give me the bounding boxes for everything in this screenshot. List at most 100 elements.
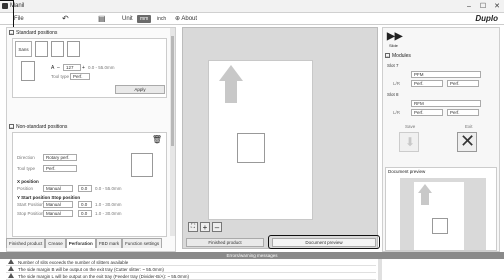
fit-icon[interactable]: ⛶ <box>188 222 198 232</box>
warning-icon <box>8 259 14 264</box>
layout-icon-2[interactable] <box>51 41 64 57</box>
tab-fbd-mark[interactable]: FBD mark <box>95 238 123 248</box>
slide-button[interactable]: ▶▶ Slide <box>387 31 403 49</box>
a-label: A <box>51 65 55 71</box>
minimize-button[interactable]: – <box>462 2 476 11</box>
messages-header: Errors/warning messages <box>0 252 504 259</box>
about-label: About <box>181 16 198 22</box>
tooltype-select[interactable]: Perf. <box>43 165 77 172</box>
unit-label: Unit <box>122 16 133 22</box>
menu-bar: File ↶ ▤ Unit mm inch ⊕ About Duplo <box>0 13 504 25</box>
paper-preview <box>208 60 313 220</box>
x-position-value-field[interactable]: 0.0 <box>78 185 92 192</box>
slot7-left-select[interactable]: Perf. <box>411 80 443 87</box>
warning-icon <box>8 273 14 278</box>
slot7-right-select[interactable]: Perf. <box>447 80 479 87</box>
undo-icon[interactable]: ↶ <box>62 15 69 23</box>
tool-type-label: Tool type <box>51 74 70 79</box>
finished-product-button[interactable]: Finished product <box>186 238 264 247</box>
direction-label: Direction <box>17 155 35 160</box>
save-arrow-icon: ⬇ <box>405 135 416 149</box>
messages-scrollbar[interactable] <box>378 259 382 280</box>
about-menu[interactable]: ⊕ About <box>175 15 197 23</box>
standard-positions-header[interactable]: – Standard positions <box>9 29 57 37</box>
highlight-ring <box>268 235 380 249</box>
slide-label: Slide <box>389 43 398 48</box>
message-item: The side margin L will be output on the … <box>6 273 376 280</box>
slot8-lr-label: L/R <box>393 110 401 115</box>
zoom-out-button[interactable]: – <box>212 222 222 232</box>
x-position-header: X position <box>17 179 39 184</box>
brand-logo: Duplo <box>475 14 498 23</box>
collapse-icon[interactable]: – <box>9 124 14 130</box>
document-preview-panel: Document preview <box>385 167 497 251</box>
tab-crease[interactable]: Crease <box>45 238 66 248</box>
y-start-range: 1.0 - 30.0mm <box>95 202 122 207</box>
exit-button[interactable]: ✕ <box>457 131 477 152</box>
left-panel: – Standard positions Sans A – 127 + 0.0 -… <box>6 27 176 252</box>
stepper-minus: – <box>57 65 60 71</box>
collapse-icon[interactable]: – <box>9 30 14 36</box>
slot8-right-select[interactable]: Perf. <box>447 109 479 116</box>
y-stop-value-field[interactable]: 0.0 <box>78 210 92 217</box>
fast-forward-icon: ▶▶ <box>387 31 403 42</box>
y-stop-label: Stop Position <box>17 211 44 216</box>
document-preview-bg <box>400 178 486 250</box>
maximize-button[interactable]: ☐ <box>476 2 490 11</box>
collapse-icon[interactable]: – <box>385 53 390 59</box>
grid-icon[interactable]: ▤ <box>98 15 106 23</box>
a-range: 0.0 - 55.0mm <box>88 65 115 70</box>
document-preview-header: Document preview <box>388 169 426 174</box>
message-item: Number of slits exceeds the number of sl… <box>6 259 376 266</box>
y-stop-range: 1.0 - 30.0mm <box>95 211 122 216</box>
exit-label: Exit <box>465 124 473 129</box>
zoom-in-button[interactable]: + <box>200 222 210 232</box>
tab-bar: Finished product Crease Perforation FBD … <box>6 238 176 248</box>
file-menu[interactable]: File <box>14 15 24 23</box>
x-position-range: 0.0 - 55.0mm <box>95 186 122 191</box>
a-value-field[interactable]: 127 <box>63 64 81 71</box>
left-scrollbar[interactable] <box>170 28 175 236</box>
warning-icon <box>8 266 14 271</box>
tab-function-settings[interactable]: Function settings <box>122 238 163 248</box>
direction-select[interactable]: Rotary perf. <box>43 154 77 161</box>
tab-perforation[interactable]: Perforation <box>65 238 96 248</box>
slot7-lr-label: L/R <box>393 81 401 86</box>
layout-icon-3[interactable] <box>67 41 80 57</box>
stepper-plus[interactable]: + <box>82 65 85 71</box>
save-button[interactable]: ⬇ <box>399 132 419 152</box>
slot7-module-select[interactable]: PFM <box>411 71 481 78</box>
finished-product-rect <box>237 133 265 163</box>
y-start-mode-select[interactable]: Manual <box>43 201 73 208</box>
slot8-label: Slot 8 <box>387 92 399 97</box>
tool-type-select[interactable]: Perf. <box>70 73 90 80</box>
save-label: Save <box>405 124 416 129</box>
layout-icon-1[interactable] <box>35 41 48 57</box>
left-scrollbar-thumb[interactable] <box>171 36 174 146</box>
y-start-label: Start Position <box>17 202 44 207</box>
apply-button[interactable]: Apply <box>115 85 165 94</box>
doc-arrow-shaft <box>421 193 429 205</box>
standard-tab-sans[interactable]: Sans <box>15 41 32 57</box>
tooltype-label: Tool type <box>17 166 36 171</box>
modules-header[interactable]: – Modules <box>385 52 411 60</box>
title-bar: Manil – ☐ ✕ <box>0 0 504 13</box>
nonstandard-positions-header[interactable]: – Non-standard positions <box>9 123 67 131</box>
unit-inch-button[interactable]: inch <box>154 15 169 23</box>
right-panel: ▶▶ Slide – Modules Slot 7 PFM L/R Perf. P… <box>382 27 500 252</box>
perforation-diagram-icon <box>131 153 153 177</box>
feed-direction-arrow-icon <box>219 65 243 103</box>
close-button[interactable]: ✕ <box>490 2 504 11</box>
y-start-value-field[interactable]: 0.0 <box>78 201 92 208</box>
doc-product-rect <box>432 218 448 234</box>
y-position-header: Y Start position Stop position <box>17 195 81 200</box>
nonstandard-positions-box: 🗑 Direction Rotary perf. Tool type Perf.… <box>12 132 167 237</box>
x-position-mode-select[interactable]: Manual <box>43 185 73 192</box>
slot8-module-select[interactable]: RFM <box>411 100 481 107</box>
zoom-controls: ⛶ + – <box>188 222 230 234</box>
unit-mm-button[interactable]: mm <box>137 15 152 23</box>
tab-finished-product[interactable]: Finished product <box>6 238 46 248</box>
y-stop-mode-select[interactable]: Manual <box>43 210 73 217</box>
trash-icon[interactable]: 🗑 <box>152 135 162 144</box>
slot8-left-select[interactable]: Perf. <box>411 109 443 116</box>
